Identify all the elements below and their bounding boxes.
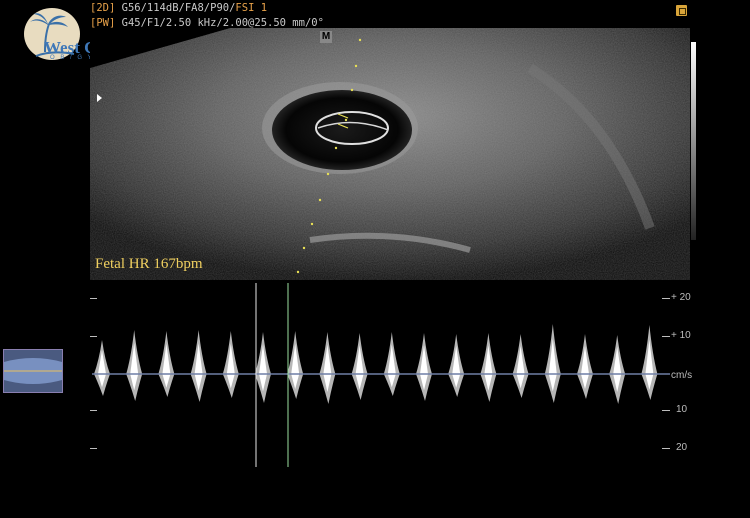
left-tick	[90, 336, 97, 337]
scale-tick-plus10: + 10	[671, 330, 691, 341]
fetal-heart-rate-label: Fetal HR 167bpm	[95, 256, 203, 272]
left-tick	[90, 298, 97, 299]
mode-tag-2d: [2D]	[90, 2, 116, 14]
scale-dash	[662, 448, 670, 449]
left-tick	[90, 448, 97, 449]
scale-dash	[662, 410, 670, 411]
scale-dash	[662, 336, 670, 337]
scale-tick-minus10: 10	[676, 404, 688, 415]
bmode-image	[90, 28, 690, 280]
scale-dash	[662, 298, 670, 299]
scale-unit: cm/s	[671, 370, 693, 381]
header-line-2d: [2D] G56/114dB/FA8/P90/FSI 1	[90, 2, 267, 14]
fsi-label: FSI 1	[235, 2, 268, 14]
doppler-spectrum	[92, 283, 670, 467]
grayscale-bar	[691, 42, 696, 240]
left-tick	[90, 410, 97, 411]
probe-marker: M	[320, 31, 332, 43]
scale-tick-minus20: 20	[676, 442, 688, 453]
params-2d: G56/114dB/FA8/P90/	[121, 2, 236, 14]
settings-icon[interactable]	[676, 5, 687, 16]
orientation-arrow-icon	[97, 94, 102, 102]
scale-tick-plus20: + 20	[671, 292, 691, 303]
doppler-thumbnail[interactable]	[3, 349, 63, 393]
